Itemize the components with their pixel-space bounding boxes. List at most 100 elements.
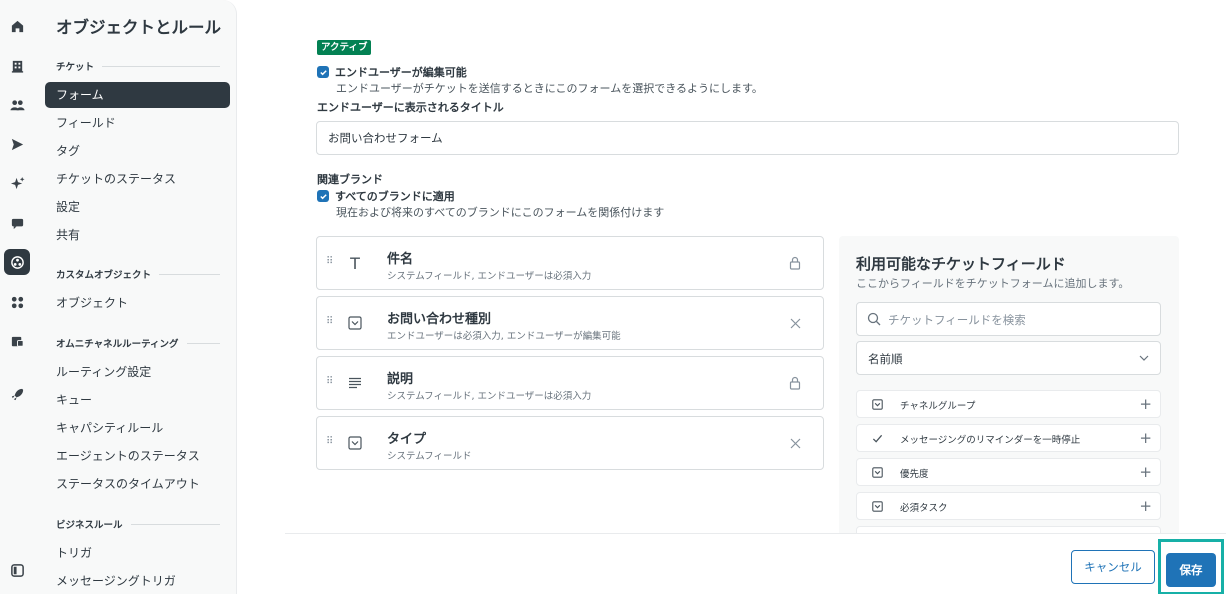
- section-business-rules: ビジネスルール: [56, 517, 220, 531]
- available-field-item[interactable]: 優先度 +: [856, 458, 1161, 486]
- remove-icon[interactable]: [787, 315, 803, 331]
- nav-item-settings[interactable]: 設定: [45, 194, 230, 220]
- nav-item-messaging-triggers[interactable]: メッセージングトリガ: [45, 568, 230, 594]
- divider: [102, 65, 220, 67]
- all-brands-label: すべてのブランドに適用: [335, 190, 455, 203]
- available-field-item[interactable]: チャネルグループ +: [856, 390, 1161, 418]
- paragraph-icon: [347, 375, 363, 391]
- search-placeholder: チケットフィールドを検索: [888, 313, 1026, 327]
- users-icon[interactable]: [4, 92, 30, 118]
- editable-checkbox[interactable]: [317, 66, 329, 78]
- nav-item-capacity-rules[interactable]: キャパシティルール: [45, 415, 230, 441]
- section-label: カスタムオブジェクト: [56, 270, 152, 281]
- brand-label: 関連ブランド: [317, 173, 383, 186]
- field-title: 件名: [387, 252, 414, 267]
- section-custom-objects: カスタムオブジェクト: [56, 267, 220, 281]
- editable-hint: エンドユーザーがチケットを送信するときにこのフォームを選択できるようにします。: [336, 82, 763, 95]
- field-subtitle: システムフィールド, エンドユーザーは必須入力: [387, 391, 592, 402]
- home-icon[interactable]: [4, 13, 30, 39]
- sort-select[interactable]: 名前順: [856, 341, 1161, 375]
- dropdown-icon: [347, 315, 363, 331]
- section-label: オムニチャネルルーティング: [56, 339, 179, 350]
- dropdown-icon: [871, 398, 884, 411]
- drag-handle-icon[interactable]: ⠿: [326, 256, 333, 267]
- available-field-label: メッセージングのリマインダーを一時停止: [900, 435, 1081, 446]
- available-fields-subtitle: ここからフィールドをチケットフォームに追加します。: [856, 277, 1130, 290]
- panel-toggle-icon[interactable]: [4, 557, 30, 583]
- chat-icon[interactable]: [4, 210, 30, 236]
- add-icon[interactable]: +: [1139, 497, 1152, 515]
- nav-item-queues[interactable]: キュー: [45, 387, 230, 413]
- field-title: タイプ: [387, 432, 427, 447]
- field-subtitle: システムフィールド, エンドユーザーは必須入力: [387, 271, 592, 282]
- section-omnichannel: オムニチャネルルーティング: [56, 336, 220, 350]
- section-label: チケット: [56, 62, 95, 73]
- nav-item-agent-status[interactable]: エージェントのステータス: [45, 443, 230, 469]
- divider: [186, 342, 220, 344]
- field-subtitle: エンドユーザーは必須入力, エンドユーザーが編集可能: [387, 331, 621, 342]
- field-search-input[interactable]: チケットフィールドを検索: [856, 302, 1161, 336]
- title-label: エンドユーザーに表示されるタイトル: [317, 101, 504, 114]
- drag-handle-icon[interactable]: ⠿: [326, 316, 333, 327]
- nav-item-status-timeout[interactable]: ステータスのタイムアウト: [45, 471, 230, 497]
- status-badge: アクティブ: [317, 40, 372, 55]
- text-icon: T: [350, 253, 360, 273]
- form-field-card[interactable]: ⠿ お問い合わせ種別 エンドユーザーは必須入力, エンドユーザーが編集可能: [316, 296, 824, 350]
- save-button[interactable]: 保存: [1166, 553, 1216, 587]
- nav-item-ticket-status[interactable]: チケットのステータス: [45, 166, 230, 192]
- nav-item-objects[interactable]: オブジェクト: [45, 290, 230, 316]
- objects-icon[interactable]: [4, 249, 30, 275]
- rocket-icon[interactable]: [4, 381, 30, 407]
- lock-icon: [787, 255, 803, 271]
- add-icon[interactable]: +: [1139, 463, 1152, 481]
- workspace-icon[interactable]: [4, 328, 30, 354]
- page-title: オブジェクトとルール: [56, 18, 221, 37]
- field-title: 説明: [387, 372, 414, 387]
- cancel-button[interactable]: キャンセル: [1071, 550, 1155, 584]
- field-title: お問い合わせ種別: [387, 312, 492, 327]
- form-field-card[interactable]: ⠿ 説明 システムフィールド, エンドユーザーは必須入力: [316, 356, 824, 410]
- dropdown-icon: [347, 435, 363, 451]
- divider: [159, 273, 220, 275]
- building-icon[interactable]: [4, 53, 30, 79]
- nav-item-triggers[interactable]: トリガ: [45, 540, 230, 566]
- title-input[interactable]: お問い合わせフォーム: [316, 121, 1179, 155]
- add-icon[interactable]: +: [1139, 395, 1152, 413]
- available-field-item[interactable]: メッセージングのリマインダーを一時停止 +: [856, 424, 1161, 452]
- footer-bar: キャンセル 保存: [285, 533, 1226, 594]
- nav-item-sharing[interactable]: 共有: [45, 222, 230, 248]
- nav-item-tags[interactable]: タグ: [45, 138, 230, 164]
- form-field-card[interactable]: ⠿ T 件名 システムフィールド, エンドユーザーは必須入力: [316, 236, 824, 290]
- send-icon[interactable]: [4, 131, 30, 157]
- field-subtitle: システムフィールド: [387, 451, 472, 462]
- dropdown-icon: [871, 500, 884, 513]
- nav-item-routing-settings[interactable]: ルーティング設定: [45, 359, 230, 385]
- apps-icon[interactable]: [4, 289, 30, 315]
- check-icon: [871, 432, 884, 445]
- drag-handle-icon[interactable]: ⠿: [326, 376, 333, 387]
- available-field-label: チャネルグループ: [900, 401, 976, 412]
- sparkle-icon[interactable]: [4, 170, 30, 196]
- sort-value: 名前順: [868, 352, 903, 366]
- add-icon[interactable]: +: [1139, 429, 1152, 447]
- nav-item-fields[interactable]: フィールド: [45, 110, 230, 136]
- editable-checkbox-row[interactable]: エンドユーザーが編集可能: [317, 64, 467, 80]
- section-label: ビジネスルール: [56, 520, 123, 531]
- save-highlight: 保存: [1158, 539, 1224, 594]
- drag-handle-icon[interactable]: ⠿: [326, 436, 333, 447]
- secondary-nav: オブジェクトとルール チケット フォーム フィールド タグ チケットのステータス…: [34, 0, 237, 594]
- icon-rail: [0, 0, 34, 594]
- available-field-label: 必須タスク: [900, 503, 948, 514]
- available-field-item[interactable]: 必須タスク +: [856, 492, 1161, 520]
- dropdown-icon: [871, 466, 884, 479]
- section-ticket: チケット: [56, 59, 220, 73]
- form-field-card[interactable]: ⠿ タイプ システムフィールド: [316, 416, 824, 470]
- all-brands-checkbox[interactable]: [317, 190, 329, 202]
- remove-icon[interactable]: [787, 435, 803, 451]
- nav-item-form[interactable]: フォーム: [45, 82, 230, 108]
- all-brands-checkbox-row[interactable]: すべてのブランドに適用: [317, 188, 455, 204]
- chevron-down-icon: [1139, 355, 1149, 361]
- lock-icon: [787, 375, 803, 391]
- search-icon: [867, 312, 881, 326]
- available-fields-title: 利用可能なチケットフィールド: [856, 255, 1066, 273]
